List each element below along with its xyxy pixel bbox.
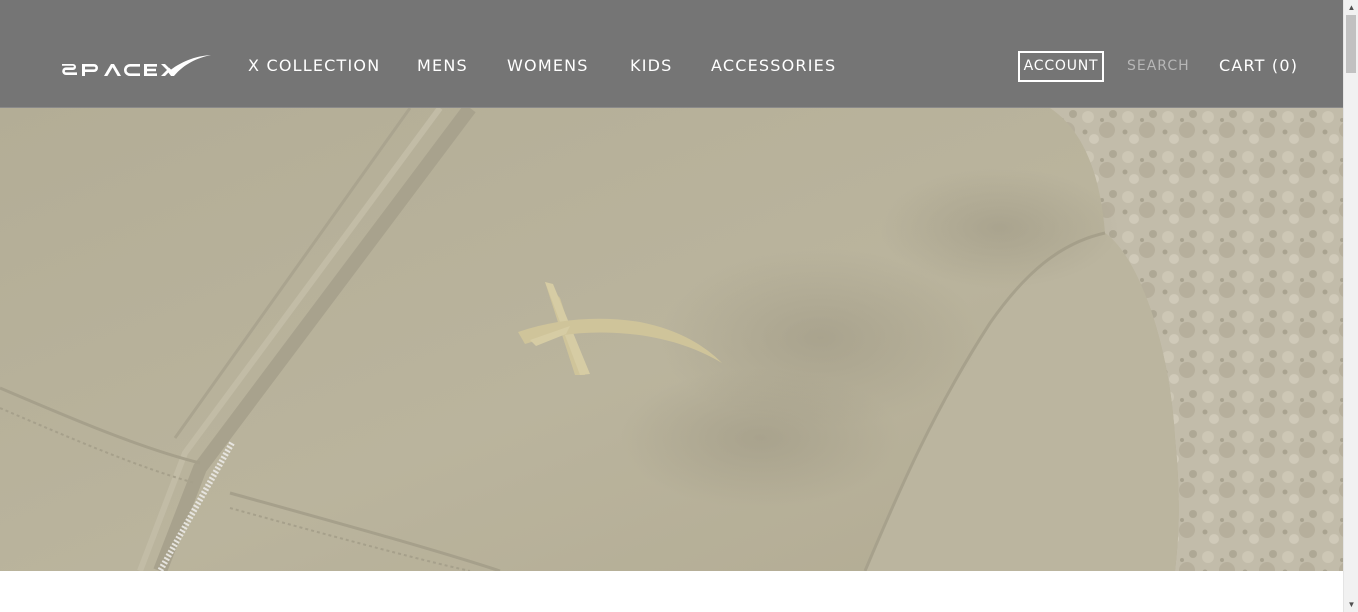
hero-image xyxy=(0,108,1343,571)
below-hero-area xyxy=(0,571,1343,612)
search-input[interactable]: SEARCH xyxy=(1127,57,1190,75)
site-header: X COLLECTION MENS WOMENS KIDS ACCESSORIE… xyxy=(0,0,1343,108)
cart-button[interactable]: CART (0) xyxy=(1219,56,1298,76)
page: X COLLECTION MENS WOMENS KIDS ACCESSORIE… xyxy=(0,0,1343,612)
hero-banner xyxy=(0,108,1343,571)
scrollbar-thumb[interactable] xyxy=(1346,15,1356,73)
header-actions: ACCOUNT SEARCH CART (0) xyxy=(0,51,1343,82)
vertical-scrollbar[interactable]: ▲ ▼ xyxy=(1343,0,1358,612)
scroll-down-arrow-icon[interactable]: ▼ xyxy=(1344,597,1358,612)
account-button[interactable]: ACCOUNT xyxy=(1018,51,1104,82)
scroll-up-arrow-icon[interactable]: ▲ xyxy=(1344,0,1358,15)
